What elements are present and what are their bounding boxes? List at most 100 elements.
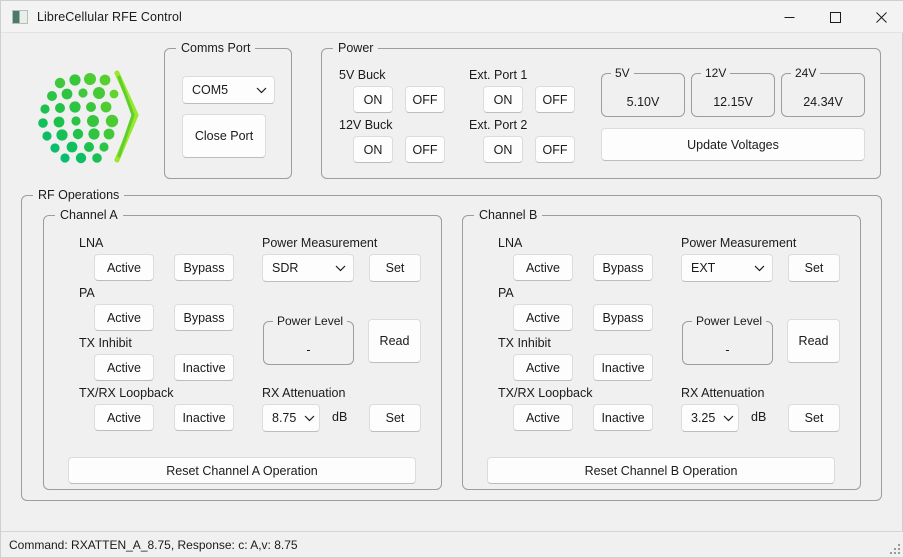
channel-a-loopback-label: TX/RX Loopback — [79, 386, 174, 400]
channel-a-reset-button[interactable]: Reset Channel A Operation — [68, 457, 416, 484]
rail-12v-buck-on-button[interactable]: ON — [353, 136, 393, 163]
comms-port-value: COM5 — [192, 83, 229, 97]
channel-a-rx-attenuation-unit: dB — [332, 410, 348, 424]
channel-a-lna-active-button[interactable]: Active — [94, 254, 154, 281]
channel-b-lna-label: LNA — [498, 236, 523, 250]
rail-12v-buck-off-button[interactable]: OFF — [405, 136, 445, 163]
app-icon — [12, 9, 28, 24]
channel-b-loopback-inactive-button[interactable]: Inactive — [593, 404, 653, 431]
rail-ext-port-1-on-button[interactable]: ON — [483, 86, 523, 113]
channel-a-lna-label: LNA — [79, 236, 104, 250]
close-icon — [875, 11, 887, 23]
channel-a-power-measurement-label: Power Measurement — [262, 236, 378, 250]
channel-b-lna-bypass-button[interactable]: Bypass — [593, 254, 653, 281]
channel-b-rx-attenuation-select[interactable]: 3.25 — [681, 404, 739, 432]
channel-b-power-level-legend: Power Level — [692, 314, 767, 328]
channel-a-power-level-legend: Power Level — [273, 314, 348, 328]
channel-a-tx-inhibit-label: TX Inhibit — [79, 336, 132, 350]
chevron-down-icon — [248, 87, 274, 94]
channel-a-rx-attenuation-value: 8.75 — [272, 411, 297, 425]
chevron-down-icon — [327, 265, 353, 272]
chevron-down-icon — [746, 265, 772, 272]
channel-a-loopback-inactive-button[interactable]: Inactive — [174, 404, 234, 431]
comms-port-legend: Comms Port — [176, 41, 256, 55]
channel-b-rx-attenuation-unit: dB — [751, 410, 767, 424]
minimize-icon — [784, 12, 795, 23]
rail-5v-buck-on-button[interactable]: ON — [353, 86, 393, 113]
channel-b-power-measurement-label: Power Measurement — [681, 236, 797, 250]
channel-b-pa-label: PA — [498, 286, 514, 300]
channel-a-rx-attenuation-select[interactable]: 8.75 — [262, 404, 320, 432]
window-title: LibreCellular RFE Control — [37, 9, 182, 24]
rail-ext-port-2-off-button[interactable]: OFF — [535, 136, 575, 163]
channel-a-group: Channel A LNA Active Bypass PA Active By… — [43, 208, 442, 490]
voltage-5v-legend: 5V — [611, 66, 634, 80]
chevron-down-icon — [718, 415, 738, 422]
channel-a-tx-inhibit-active-button[interactable]: Active — [94, 354, 154, 381]
rail-5v-buck-off-button[interactable]: OFF — [405, 86, 445, 113]
channel-b-power-level-display: Power Level - — [682, 314, 773, 365]
channel-b-rx-attenuation-label: RX Attenuation — [681, 386, 765, 400]
channel-b-power-level-read-button[interactable]: Read — [787, 319, 840, 363]
channel-b-rx-attenuation-set-button[interactable]: Set — [788, 404, 840, 432]
channel-b-power-level-value: - — [725, 343, 730, 357]
channel-a-power-measurement-set-button[interactable]: Set — [369, 254, 421, 282]
update-voltages-button[interactable]: Update Voltages — [601, 128, 865, 161]
channel-a-pa-label: PA — [79, 286, 95, 300]
librecellular-logo — [29, 63, 141, 167]
close-button[interactable] — [858, 1, 903, 33]
title-bar: LibreCellular RFE Control — [1, 1, 903, 33]
minimize-button[interactable] — [766, 1, 812, 33]
comms-port-select[interactable]: COM5 — [182, 76, 275, 104]
rail-label-5v-buck: 5V Buck — [339, 68, 386, 82]
channel-b-power-measurement-set-button[interactable]: Set — [788, 254, 840, 282]
channel-a-lna-bypass-button[interactable]: Bypass — [174, 254, 234, 281]
channel-b-tx-inhibit-active-button[interactable]: Active — [513, 354, 573, 381]
channel-a-rx-attenuation-set-button[interactable]: Set — [369, 404, 421, 432]
channel-a-pa-bypass-button[interactable]: Bypass — [174, 304, 234, 331]
channel-a-power-level-read-button[interactable]: Read — [368, 319, 421, 363]
rail-ext-port-1-off-button[interactable]: OFF — [535, 86, 575, 113]
channel-a-power-level-value: - — [306, 343, 311, 357]
channel-b-loopback-label: TX/RX Loopback — [498, 386, 593, 400]
channel-a-rx-attenuation-label: RX Attenuation — [262, 386, 346, 400]
close-port-button[interactable]: Close Port — [182, 114, 266, 158]
channel-b-power-measurement-select[interactable]: EXT — [681, 254, 773, 282]
rail-label-12v-buck: 12V Buck — [339, 118, 393, 132]
voltage-12v-legend: 12V — [701, 66, 731, 80]
status-bar: Command: RXATTEN_A_8.75, Response: c: A,… — [1, 531, 903, 557]
voltage-display-24v: 24V 24.34V — [781, 66, 865, 117]
maximize-icon — [829, 11, 841, 23]
voltage-24v-legend: 24V — [791, 66, 821, 80]
channel-b-loopback-active-button[interactable]: Active — [513, 404, 573, 431]
voltage-12v-value: 12.15V — [713, 95, 753, 109]
channel-b-power-measurement-value: EXT — [691, 261, 716, 275]
channel-a-pa-active-button[interactable]: Active — [94, 304, 154, 331]
channel-b-group: Channel B LNA Active Bypass PA Active By… — [462, 208, 861, 490]
channel-a-power-level-display: Power Level - — [263, 314, 354, 365]
rail-ext-port-2-on-button[interactable]: ON — [483, 136, 523, 163]
status-text: Command: RXATTEN_A_8.75, Response: c: A,… — [9, 537, 298, 552]
voltage-24v-value: 24.34V — [803, 95, 843, 109]
channel-b-pa-active-button[interactable]: Active — [513, 304, 573, 331]
comms-port-group: Comms Port COM5 Close Port — [164, 41, 292, 179]
channel-a-tx-inhibit-inactive-button[interactable]: Inactive — [174, 354, 234, 381]
voltage-display-12v: 12V 12.15V — [691, 66, 775, 117]
voltage-display-5v: 5V 5.10V — [601, 66, 685, 117]
window-controls — [766, 1, 903, 33]
channel-b-pa-bypass-button[interactable]: Bypass — [593, 304, 653, 331]
channel-a-legend: Channel A — [55, 208, 123, 222]
channel-b-reset-button[interactable]: Reset Channel B Operation — [487, 457, 835, 484]
maximize-button[interactable] — [812, 1, 858, 33]
resize-grip-icon[interactable] — [889, 542, 901, 554]
channel-a-power-measurement-select[interactable]: SDR — [262, 254, 354, 282]
power-group: Power 5V Buck ON OFF 12V Buck ON OFF Ext… — [321, 41, 881, 179]
channel-b-legend: Channel B — [474, 208, 543, 222]
rail-label-ext-port-2: Ext. Port 2 — [469, 118, 528, 132]
chevron-down-icon — [299, 415, 319, 422]
channel-a-loopback-active-button[interactable]: Active — [94, 404, 154, 431]
channel-a-power-measurement-value: SDR — [272, 261, 299, 275]
channel-b-tx-inhibit-inactive-button[interactable]: Inactive — [593, 354, 653, 381]
channel-b-lna-active-button[interactable]: Active — [513, 254, 573, 281]
rf-operations-group: RF Operations Channel A LNA Active Bypas… — [21, 188, 882, 501]
